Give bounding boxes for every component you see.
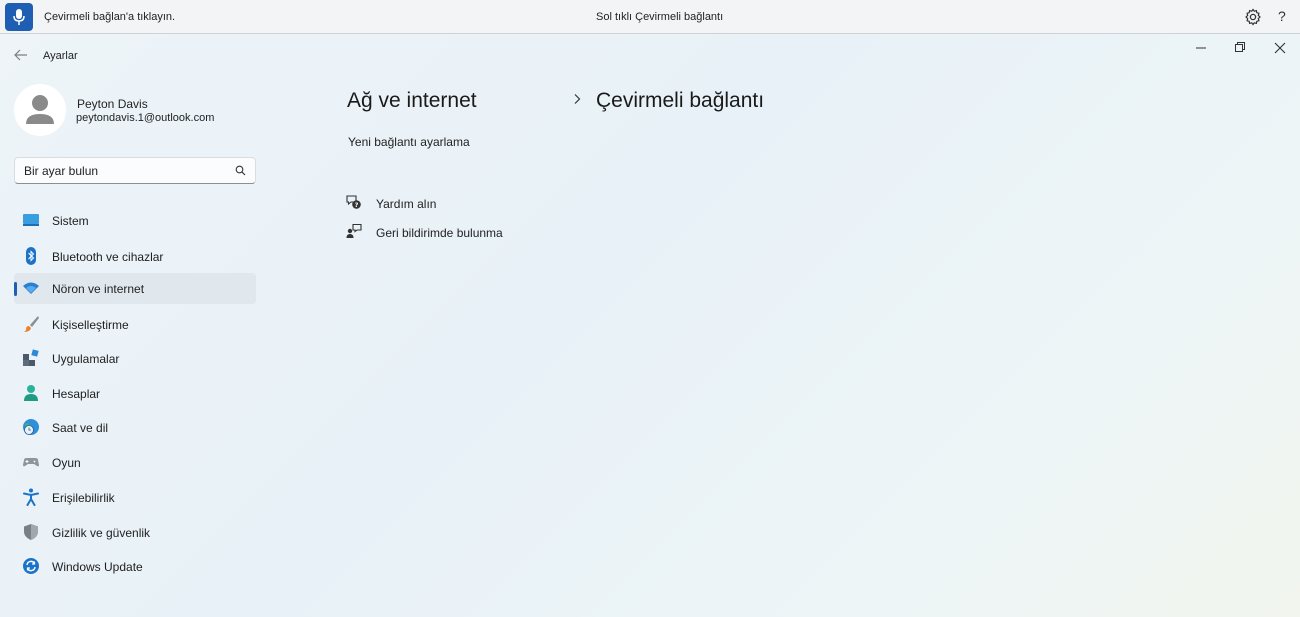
give-feedback-label: Geri bildirimde bulunma — [376, 226, 503, 240]
sidebar-item-accessibility[interactable]: Erişilebilirlik — [14, 482, 256, 513]
microphone-button[interactable] — [5, 3, 33, 31]
app-title: Ayarlar — [43, 50, 78, 62]
search-input[interactable] — [24, 163, 224, 179]
sidebar-item-network[interactable]: Nöron ve internet — [14, 273, 256, 304]
paintbrush-icon — [24, 316, 39, 332]
sidebar-item-label: Saat ve dil — [52, 421, 109, 435]
sidebar-item-label: Sistem — [52, 214, 89, 228]
voice-prompt-text: Çevirmeli bağlan'a tıklayın. — [44, 11, 176, 23]
refresh-icon — [23, 558, 39, 574]
get-help-label: Yardım alın — [376, 197, 437, 211]
shield-icon — [24, 524, 38, 540]
back-arrow-icon[interactable] — [13, 48, 29, 62]
search-icon[interactable] — [235, 165, 246, 176]
microphone-icon — [13, 9, 25, 25]
voice-access-bar: Çevirmeli bağlan'a tıklayın. Sol tıklı Ç… — [0, 0, 1300, 34]
avatar[interactable] — [14, 84, 66, 136]
sidebar-item-apps[interactable]: Uygulamalar — [14, 343, 256, 374]
sidebar-item-accounts[interactable]: Hesaplar — [14, 378, 256, 409]
sidebar-item-label: Hesaplar — [52, 387, 101, 401]
help-icon[interactable]: ? — [1278, 8, 1286, 24]
close-icon[interactable] — [1269, 40, 1291, 56]
active-indicator — [14, 282, 17, 296]
feedback-icon — [346, 223, 362, 238]
gear-icon[interactable] — [1244, 8, 1262, 26]
sidebar-item-label: Oyun — [52, 456, 81, 470]
chevron-right-icon — [574, 94, 581, 104]
voice-status-text: Sol tıklı Çevirmeli bağlantı — [596, 11, 724, 23]
user-email: peytondavis.1@outlook.com — [76, 112, 215, 124]
sidebar-item-label: Gizlilik ve güvenlik — [52, 526, 151, 540]
globe-clock-icon — [23, 419, 39, 435]
person-icon — [24, 385, 38, 401]
svg-text:?: ? — [355, 201, 359, 209]
sidebar-item-label: Uygulamalar — [52, 352, 120, 366]
sidebar-item-label: Bluetooth ve cihazlar — [52, 250, 164, 264]
get-help-link[interactable]: ? Yardım alın — [346, 194, 506, 214]
maximize-icon[interactable] — [1229, 40, 1251, 56]
sidebar-item-label: Nöron ve internet — [52, 282, 145, 296]
new-connection-link[interactable]: Yeni bağlantı ayarlama — [348, 135, 470, 149]
user-name: Peyton Davis — [77, 97, 148, 111]
person-avatar-icon — [26, 95, 54, 124]
sidebar-item-sistem[interactable]: Sistem — [14, 205, 256, 236]
monitor-icon — [23, 214, 39, 226]
sidebar-item-label: Kişiselleştirme — [52, 318, 129, 332]
sidebar-item-windows-update[interactable]: Windows Update — [14, 551, 256, 582]
sidebar-item-gaming[interactable]: Oyun — [14, 447, 256, 478]
help-chat-icon: ? — [346, 195, 361, 209]
sidebar-item-personalization[interactable]: Kişiselleştirme — [14, 309, 256, 340]
minimize-icon[interactable] — [1190, 40, 1212, 56]
give-feedback-link[interactable]: Geri bildirimde bulunma — [346, 223, 526, 243]
sidebar-item-bluetooth[interactable]: Bluetooth ve cihazlar — [14, 241, 256, 272]
bluetooth-icon — [26, 247, 36, 265]
page-title: Çevirmeli bağlantı — [596, 89, 765, 112]
sidebar-item-time-language[interactable]: Saat ve dil — [14, 412, 256, 443]
apps-icon — [23, 349, 39, 366]
sidebar-item-label: Windows Update — [52, 560, 143, 574]
sidebar-item-label: Erişilebilirlik — [52, 491, 115, 505]
search-box[interactable] — [14, 157, 256, 184]
sidebar-item-privacy[interactable]: Gizlilik ve güvenlik — [14, 517, 256, 548]
breadcrumb-parent[interactable]: Ağ ve internet — [347, 89, 477, 113]
gamepad-icon — [23, 458, 39, 467]
accessibility-icon — [23, 488, 39, 506]
wifi-icon — [23, 282, 39, 294]
